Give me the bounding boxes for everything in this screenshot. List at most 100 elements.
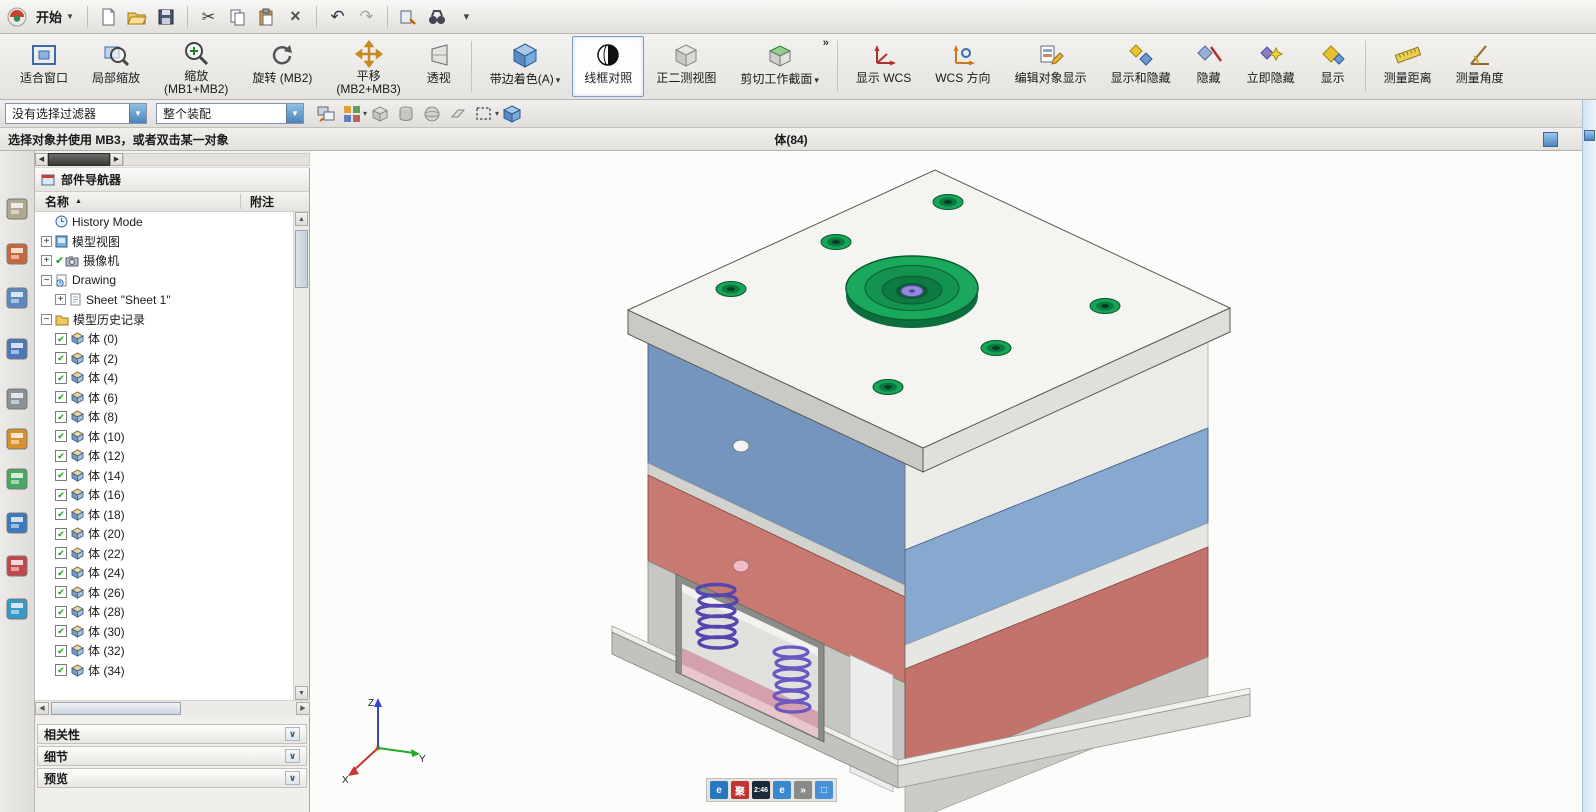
scroll-left-arrow[interactable]: ◀ <box>35 702 49 715</box>
tree-expander[interactable]: − <box>41 274 52 286</box>
tree-checkbox[interactable]: ✔ <box>55 566 67 579</box>
scroll-up-arrow[interactable]: ▲ <box>295 212 308 226</box>
scroll-down-arrow[interactable]: ▼ <box>295 686 308 700</box>
scrollbar-thumb[interactable] <box>295 230 308 288</box>
selection-scope-dropdown[interactable]: 整个装配 ▼ <box>156 103 304 124</box>
constraint-navigator-icon[interactable] <box>6 243 28 265</box>
chevron-down-icon[interactable]: ∨ <box>285 771 300 785</box>
pan-button[interactable]: 平移 (MB2+MB3) <box>324 36 412 97</box>
tree-node[interactable]: ✔ 体 (2) <box>35 349 294 369</box>
marquee-select-icon[interactable] <box>472 102 496 126</box>
open-file-icon[interactable] <box>124 3 151 30</box>
trimetric-view-button[interactable]: 正二测视图 <box>644 36 728 97</box>
tree-checkbox[interactable]: ✔ <box>55 391 67 404</box>
right-dock-strip[interactable] <box>1582 100 1596 812</box>
view-popup-icon[interactable] <box>424 3 451 30</box>
tree-node[interactable]: ✔ 体 (8) <box>35 407 294 427</box>
section-bar-预览[interactable]: 预览 ∨ <box>37 768 307 788</box>
scroll-right-arrow[interactable]: ▶ <box>296 702 310 715</box>
tree-checkbox[interactable]: ✔ <box>55 508 67 521</box>
scene-icon[interactable] <box>6 598 28 620</box>
tree-checkbox[interactable]: ✔ <box>55 469 67 482</box>
tree-node[interactable]: + 模型视图 <box>35 232 294 252</box>
scrollbar-thumb[interactable] <box>51 702 181 715</box>
tree-expander[interactable]: + <box>55 294 66 306</box>
browser-icon[interactable]: e <box>710 781 728 799</box>
chevron-down-icon[interactable]: ▼ <box>129 104 146 123</box>
tree-checkbox[interactable]: ✔ <box>55 664 67 677</box>
graphics-viewport[interactable]: Z X Y e 聚 2:46 e» □ <box>310 151 1582 812</box>
notes-icon[interactable] <box>6 428 28 450</box>
scrollbar-track[interactable] <box>123 152 310 166</box>
column-comment[interactable]: 附注 <box>250 193 274 210</box>
immediate-hide-button[interactable]: 立即隐藏 <box>1235 36 1307 97</box>
cut-icon[interactable]: ✂ <box>195 3 222 30</box>
chevron-down-icon[interactable]: ▼ <box>286 104 303 123</box>
window-icon[interactable]: □ <box>815 781 833 799</box>
tree-node[interactable]: ✔ 体 (30) <box>35 622 294 642</box>
tree-checkbox[interactable]: ✔ <box>55 644 67 657</box>
clock-tray-icon[interactable]: 2:46 <box>752 781 770 799</box>
tree-node[interactable]: − 模型历史记录 <box>35 310 294 330</box>
measure-angle-button[interactable]: 测量角度 <box>1444 36 1516 97</box>
tree-node[interactable]: ✔ 体 (4) <box>35 368 294 388</box>
chevron-down-icon[interactable]: ∨ <box>285 727 300 741</box>
clip-section-button[interactable]: 剪切工作截面 ▾ » <box>728 36 831 97</box>
tree-node[interactable]: ✔ 体 (28) <box>35 602 294 622</box>
delete-icon[interactable]: × <box>282 3 309 30</box>
face-filter-icon[interactable] <box>394 102 418 126</box>
section-bar-细节[interactable]: 细节 ∨ <box>37 746 307 766</box>
scroll-right-arrow[interactable]: ▶ <box>110 152 123 166</box>
roles-icon[interactable] <box>6 555 28 577</box>
tree-node[interactable]: History Mode <box>35 212 294 232</box>
show-wcs-button[interactable]: 显示 WCS <box>844 36 923 97</box>
command-finder-icon[interactable] <box>395 3 422 30</box>
sort-ascending-icon[interactable]: ▲ <box>75 198 82 205</box>
overflow-chevron-icon[interactable]: » <box>794 781 812 799</box>
column-divider[interactable] <box>240 194 241 209</box>
shaded-with-edges-button[interactable]: 带边着色(A) ▾ <box>478 36 573 97</box>
tree-node[interactable]: ✔ 体 (22) <box>35 544 294 564</box>
scroll-left-arrow[interactable]: ◀ <box>35 152 48 166</box>
palette-icon[interactable] <box>6 468 28 490</box>
tree-checkbox[interactable]: ✔ <box>55 332 67 345</box>
tree-node[interactable]: ✔ 体 (0) <box>35 329 294 349</box>
tree-node[interactable]: ✔ 体 (24) <box>35 563 294 583</box>
tree-node[interactable]: ✔ 体 (18) <box>35 505 294 525</box>
tree-checkbox[interactable]: ✔ <box>55 449 67 462</box>
edit-object-display-button[interactable]: 编辑对象显示 <box>1003 36 1099 97</box>
edge-filter-icon[interactable] <box>420 102 444 126</box>
start-menu-button[interactable]: 开始 ▼ <box>30 5 80 28</box>
tree-node[interactable]: ✔ 体 (32) <box>35 641 294 661</box>
tree-checkbox[interactable]: ✔ <box>55 352 67 365</box>
dock-panel-icon[interactable] <box>1584 130 1595 141</box>
interpart-select-icon[interactable] <box>314 102 338 126</box>
part-navigator-icon[interactable] <box>6 287 28 309</box>
show-button[interactable]: 显示 <box>1307 36 1359 97</box>
tree-expander[interactable]: + <box>41 235 52 247</box>
show-and-hide-button[interactable]: 显示和隐藏 <box>1099 36 1183 97</box>
tree-checkbox[interactable]: ✔ <box>55 605 67 618</box>
fit-window-button[interactable]: 适合窗口 <box>8 36 80 97</box>
tree-checkbox[interactable]: ✔ <box>55 488 67 501</box>
wcs-orientation-button[interactable]: WCS 方向 <box>923 36 1002 97</box>
tree-checkbox[interactable]: ✔ <box>55 586 67 599</box>
chevron-down-icon[interactable]: ▾ <box>814 75 819 85</box>
wireframe-contrast-button[interactable]: 线框对照 <box>572 36 645 97</box>
hide-button[interactable]: 隐藏 <box>1183 36 1235 97</box>
new-file-icon[interactable] <box>95 3 122 30</box>
tree-node[interactable]: ✔ 体 (10) <box>35 427 294 447</box>
tree-node[interactable]: + Sheet "Sheet 1" <box>35 290 294 310</box>
dock-panel-icon[interactable] <box>1543 132 1558 147</box>
save-icon[interactable] <box>153 3 180 30</box>
tree-node[interactable]: ✔ 体 (6) <box>35 388 294 408</box>
tree-checkbox[interactable]: ✔ <box>55 410 67 423</box>
zoom-region-button[interactable]: 局部缩放 <box>80 36 152 97</box>
measure-distance-button[interactable]: 测量距离 <box>1372 36 1444 97</box>
section-bar-相关性[interactable]: 相关性 ∨ <box>37 724 307 744</box>
tree-node[interactable]: ✔ 体 (12) <box>35 446 294 466</box>
type-filter-icon[interactable] <box>340 102 364 126</box>
tree-node[interactable]: + ✔ 摄像机 <box>35 251 294 271</box>
perspective-button[interactable]: 透视 <box>413 36 465 97</box>
tree-checkbox[interactable]: ✔ <box>55 527 67 540</box>
